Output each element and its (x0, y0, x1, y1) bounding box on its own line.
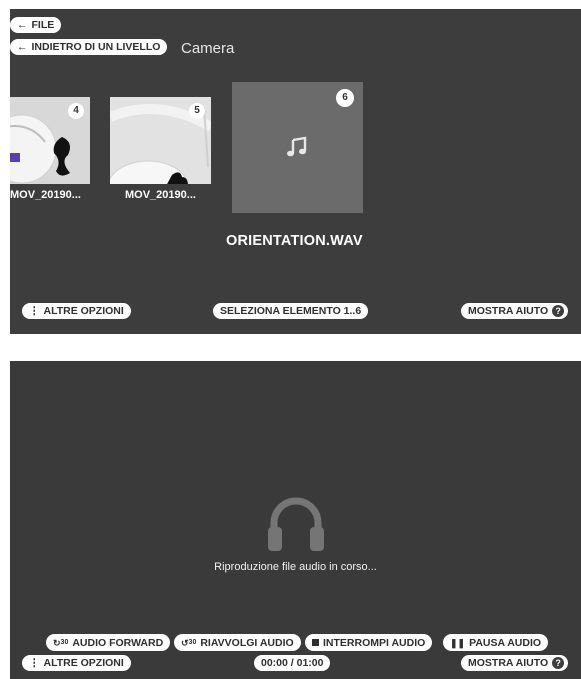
stop-audio-label: INTERROMPI AUDIO (323, 636, 426, 649)
select-item-button[interactable]: SELEZIONA ELEMENTO 1..6 (213, 303, 369, 319)
pause-audio-button[interactable]: ❚❚ PAUSA AUDIO (443, 634, 549, 651)
file-button[interactable]: ← FILE (10, 17, 62, 33)
media-item-label: MOV_20190... (125, 189, 196, 201)
media-item-label: MOV_20190... (10, 189, 81, 201)
more-options-button[interactable]: ⋮ ALTRE OPZIONI (22, 655, 131, 671)
pause-audio-label: PAUSA AUDIO (469, 636, 542, 649)
stop-audio-button[interactable]: INTERROMPI AUDIO (305, 634, 433, 651)
arrow-left-icon: ← (17, 41, 28, 53)
media-item-6[interactable]: 6 (232, 82, 363, 213)
media-item-4[interactable]: 4 (10, 97, 90, 184)
show-help-label: MOSTRA AIUTO (468, 657, 549, 669)
item-index-badge: 4 (68, 103, 84, 119)
show-help-button[interactable]: MOSTRA AIUTO ? (461, 303, 569, 319)
pause-icon: ❚❚ (450, 637, 466, 648)
rewind-audio-label: RIAVVOLGI AUDIO (200, 636, 294, 649)
file-browser-panel: ← FILE ← INDIETRO DI UN LIVELLO Camera 4… (10, 9, 581, 334)
select-item-label: SELEZIONA ELEMENTO 1..6 (220, 305, 362, 317)
more-vertical-icon: ⋮ (29, 305, 40, 317)
arrow-left-icon: ← (17, 19, 28, 31)
more-vertical-icon: ⋮ (29, 657, 40, 669)
playback-time-label: 00:00 / 01:00 (261, 657, 324, 669)
headphones-icon (268, 497, 324, 551)
more-options-label: ALTRE OPZIONI (43, 305, 124, 317)
help-icon: ? (552, 657, 565, 669)
media-item-5[interactable]: 5 (110, 97, 211, 184)
more-options-button[interactable]: ⋮ ALTRE OPZIONI (22, 303, 131, 319)
music-note-icon (287, 136, 307, 157)
back-level-button[interactable]: ← INDIETRO DI UN LIVELLO (10, 39, 168, 55)
show-help-label: MOSTRA AIUTO (468, 305, 549, 317)
item-index-badge: 6 (336, 89, 354, 107)
rewind-30-text: 30 (188, 638, 197, 646)
file-button-label: FILE (31, 19, 55, 31)
audio-player-panel: Riproduzione file audio in corso... ↻ 30 … (10, 361, 581, 679)
forward-30-icon: ↻ 30 (53, 635, 68, 651)
more-options-label: ALTRE OPZIONI (43, 657, 124, 669)
rewind-audio-button[interactable]: ↺ 30 RIAVVOLGI AUDIO (174, 634, 301, 651)
folder-title: Camera (181, 40, 235, 57)
forward-30-text: 30 (60, 638, 69, 646)
stop-icon (312, 639, 319, 646)
audio-forward-button[interactable]: ↻ 30 AUDIO FORWARD (46, 634, 171, 651)
show-help-button[interactable]: MOSTRA AIUTO ? (461, 655, 569, 671)
help-icon: ? (552, 305, 565, 317)
playback-status: Riproduzione file audio in corso... (214, 561, 377, 573)
selected-item-name: ORIENTATION.WAV (226, 233, 363, 249)
playback-time: 00:00 / 01:00 (254, 655, 331, 671)
item-index-badge: 5 (189, 103, 205, 119)
rewind-30-icon: ↺ 30 (181, 635, 196, 651)
audio-forward-label: AUDIO FORWARD (72, 636, 164, 649)
back-level-label: INDIETRO DI UN LIVELLO (31, 41, 161, 53)
